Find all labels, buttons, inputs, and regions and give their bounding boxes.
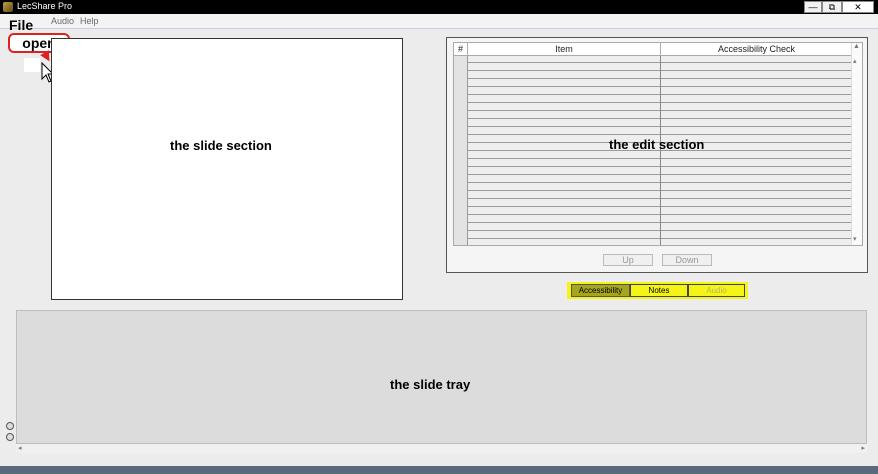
slide-tray[interactable]: the slide tray (16, 310, 867, 444)
up-button[interactable]: Up (603, 254, 653, 266)
menu-bar: Audio Help (0, 14, 878, 29)
grid-scrollbar[interactable]: ▲ ▴ ▾ (851, 43, 862, 245)
menu-help[interactable]: Help (80, 16, 99, 26)
tab-notes[interactable]: Notes (630, 284, 688, 297)
menu-audio[interactable]: Audio (51, 16, 74, 26)
edit-section: # Item Accessibility Check ▲ ▴ ▾ the edi… (446, 37, 868, 273)
slide-tray-scrollbar[interactable]: ◂ ▸ (16, 444, 867, 453)
scroll-down-icon[interactable]: ▾ (853, 235, 857, 243)
scroll-up-icon[interactable]: ▲ (853, 43, 860, 50)
radio-option-1[interactable] (6, 422, 14, 430)
scroll-up-small-icon[interactable]: ▴ (853, 57, 857, 65)
slide-section-label: the slide section (170, 138, 272, 153)
scroll-left-icon[interactable]: ◂ (18, 444, 22, 452)
view-tabs: Accessibility Notes Audio (567, 282, 748, 299)
close-icon[interactable]: ✕ (842, 1, 874, 13)
down-button[interactable]: Down (662, 254, 712, 266)
slide-section[interactable]: the slide section (51, 38, 403, 300)
maximize-icon[interactable]: ⧉ (822, 1, 842, 13)
edit-section-label: the edit section (609, 137, 705, 152)
app-icon (3, 2, 13, 12)
slide-tray-label: the slide tray (390, 377, 471, 392)
row-header-column (454, 55, 468, 245)
column-header-accessibility-check[interactable]: Accessibility Check (661, 43, 852, 55)
grid-header: # Item Accessibility Check (454, 43, 852, 56)
tab-accessibility[interactable]: Accessibility (571, 284, 630, 297)
radio-option-2[interactable] (6, 433, 14, 441)
window-title: LecShare Pro (17, 1, 73, 11)
scroll-right-icon[interactable]: ▸ (861, 444, 865, 452)
tab-audio[interactable]: Audio (688, 284, 745, 297)
menu-file[interactable]: File (9, 17, 33, 33)
column-header-number[interactable]: # (454, 43, 468, 55)
minimize-icon[interactable]: — (804, 1, 822, 13)
taskbar (0, 466, 878, 474)
column-header-item[interactable]: Item (468, 43, 661, 55)
title-bar: LecShare Pro — ⧉ ✕ (0, 0, 878, 14)
open-menu-item-area[interactable] (24, 58, 40, 72)
